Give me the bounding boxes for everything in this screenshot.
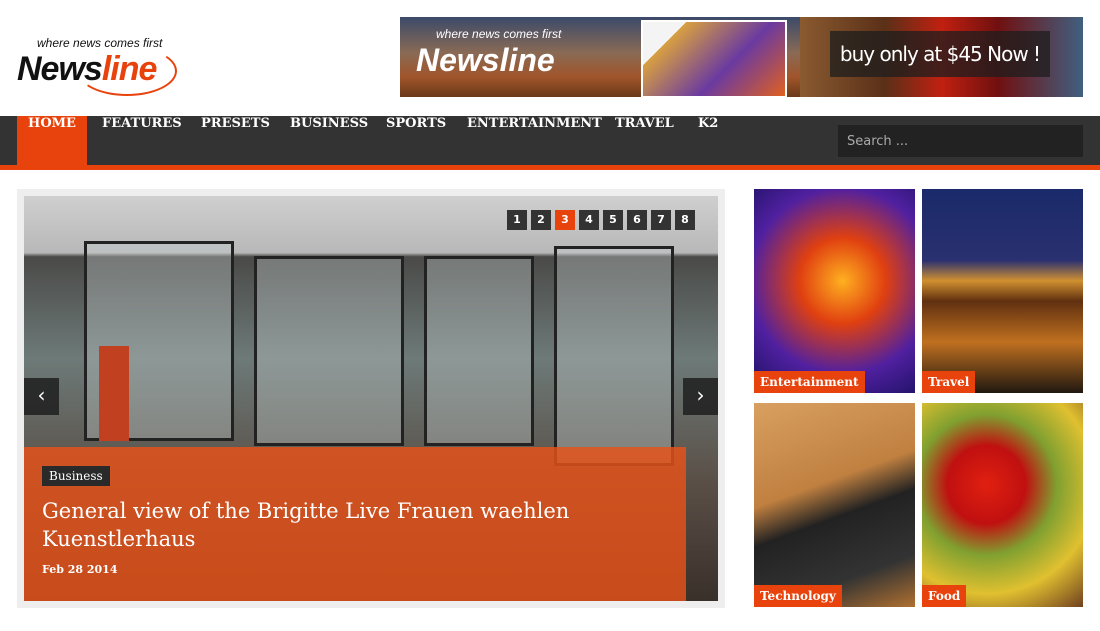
chevron-left-icon[interactable]: ‹: [24, 378, 59, 415]
page-1[interactable]: 1: [507, 210, 527, 230]
main-nav: HOME FEATURES PRESETS BUSINESS SPORTS EN…: [0, 116, 1100, 170]
page-2[interactable]: 2: [531, 210, 551, 230]
slider-pagination: 1 2 3 4 5 6 7 8: [507, 210, 695, 230]
banner-cta[interactable]: buy only at $45 Now !: [830, 31, 1050, 77]
page-3[interactable]: 3: [555, 210, 575, 230]
tile-label[interactable]: Food: [922, 585, 967, 607]
nav-business[interactable]: BUSINESS: [276, 116, 382, 165]
tile-label[interactable]: Entertainment: [754, 371, 865, 393]
slide-caption: Business General view of the Brigitte Li…: [24, 447, 686, 601]
site-logo[interactable]: where news comes first Newsline: [17, 36, 177, 98]
nav-presets[interactable]: PRESETS: [187, 116, 284, 165]
nav-travel[interactable]: TRAVEL: [601, 116, 688, 165]
nav-entertainment[interactable]: ENTERTAINMENT: [453, 116, 616, 165]
nav-k2[interactable]: K2: [684, 116, 732, 165]
page-6[interactable]: 6: [627, 210, 647, 230]
page-8[interactable]: 8: [675, 210, 695, 230]
nav-features[interactable]: FEATURES: [88, 116, 196, 165]
search-input[interactable]: [838, 125, 1083, 157]
page-7[interactable]: 7: [651, 210, 671, 230]
slide-image[interactable]: 1 2 3 4 5 6 7 8 ‹ › Business General vie…: [24, 196, 718, 601]
banner-tagline: where news comes first: [436, 27, 562, 41]
tile-technology[interactable]: Technology: [754, 403, 915, 607]
tile-food[interactable]: Food: [922, 403, 1083, 607]
chevron-right-icon[interactable]: ›: [683, 378, 718, 415]
banner-screenshot: [641, 20, 787, 97]
logo-tagline: where news comes first: [37, 36, 163, 50]
tile-travel[interactable]: Travel: [922, 189, 1083, 393]
banner-logo: Newsline: [416, 42, 555, 78]
category-badge[interactable]: Business: [42, 466, 110, 486]
slide-date: Feb 28 2014: [42, 563, 118, 576]
slide-title[interactable]: General view of the Brigitte Live Frauen…: [42, 497, 602, 553]
tile-label[interactable]: Travel: [922, 371, 976, 393]
tile-entertainment[interactable]: Entertainment: [754, 189, 915, 393]
nav-home[interactable]: HOME: [17, 116, 87, 165]
logo-name: Newsline: [17, 50, 157, 88]
tile-label[interactable]: Technology: [754, 585, 842, 607]
featured-slider: 1 2 3 4 5 6 7 8 ‹ › Business General vie…: [17, 189, 725, 608]
page-5[interactable]: 5: [603, 210, 623, 230]
page-4[interactable]: 4: [579, 210, 599, 230]
ad-banner[interactable]: where news comes first Newsline buy only…: [400, 17, 1083, 97]
nav-sports[interactable]: SPORTS: [372, 116, 460, 165]
